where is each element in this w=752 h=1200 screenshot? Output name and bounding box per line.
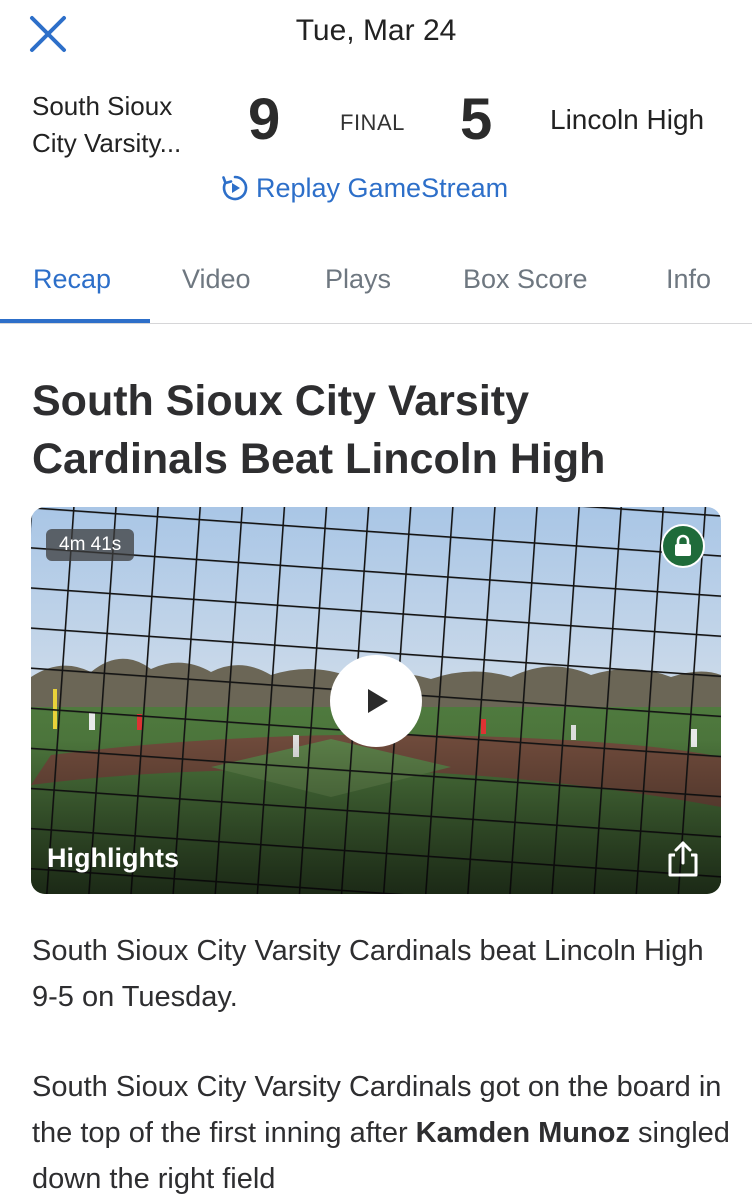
tab-video[interactable]: Video — [182, 264, 251, 295]
lock-icon — [675, 534, 691, 556]
tab-plays[interactable]: Plays — [325, 264, 391, 295]
home-score: 9 — [248, 87, 281, 152]
video-duration-badge: 4m 41s — [46, 529, 135, 561]
recap-article: South Sioux City Varsity Cardinals beat … — [32, 928, 732, 1200]
highlights-video[interactable]: 4m 41s Highlights — [31, 507, 721, 894]
lock-badge — [661, 524, 705, 568]
scoreboard: South Sioux City Varsity... 9 FINAL 5 Li… — [0, 80, 752, 170]
video-title: Highlights — [47, 843, 179, 873]
top-bar: Tue, Mar 24 — [0, 0, 752, 70]
tab-bar: Recap Video Plays Box Score Info — [0, 250, 752, 324]
share-icon — [668, 841, 698, 877]
recap-paragraph-1: South Sioux City Varsity Cardinals beat … — [32, 935, 704, 1013]
replay-gamestream-link[interactable]: Replay GameStream — [220, 170, 508, 206]
recap-paragraph-2: South Sioux City Varsity Cardinals got o… — [32, 1064, 732, 1200]
replay-icon — [222, 175, 248, 201]
play-icon — [368, 689, 388, 713]
player-name-link[interactable]: Kamden Munoz — [416, 1117, 630, 1149]
recap-headline: South Sioux City Varsity Cardinals Beat … — [32, 377, 606, 483]
tab-recap[interactable]: Recap — [33, 264, 111, 295]
game-date: Tue, Mar 24 — [295, 14, 457, 47]
game-status: FINAL — [340, 110, 405, 135]
share-button[interactable] — [661, 837, 705, 881]
home-team-name-line2: City Varsity... — [32, 128, 182, 158]
tab-info[interactable]: Info — [666, 264, 711, 295]
play-button[interactable] — [330, 655, 422, 747]
replay-label: Replay GameStream — [256, 172, 509, 203]
away-team-name[interactable]: Lincoln High — [550, 104, 704, 136]
home-team-name[interactable]: South Sioux City Varsity... — [32, 88, 222, 162]
active-tab-indicator — [0, 319, 150, 323]
home-team-name-line1: South Sioux — [32, 91, 173, 121]
tab-box-score[interactable]: Box Score — [463, 264, 588, 295]
away-score: 5 — [460, 87, 493, 152]
